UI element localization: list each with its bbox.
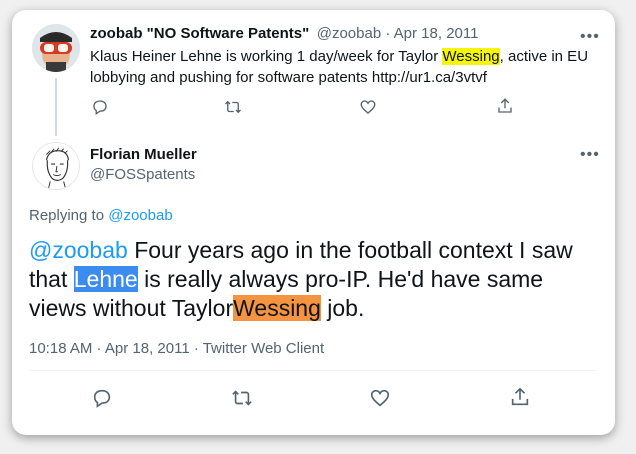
- retweet-icon[interactable]: [230, 387, 254, 409]
- parent-text-1: Klaus Heiner Lehne is working 1 day/week…: [90, 48, 443, 65]
- more-dots-icon[interactable]: •••: [580, 147, 600, 163]
- divider: [29, 370, 597, 371]
- parent-reply-icon[interactable]: [91, 98, 109, 116]
- parent-header: zoobab "NO Software Patents" @zoobab · A…: [90, 25, 478, 43]
- replying-to: Replying to @zoobab: [29, 207, 173, 224]
- main-tweet-text: @zoobab Four years ago in the football c…: [29, 236, 599, 323]
- parent-display-name[interactable]: zoobab "NO Software Patents": [90, 25, 309, 42]
- mention-link[interactable]: @zoobab: [29, 237, 128, 263]
- share-icon[interactable]: [509, 386, 531, 408]
- parent-retweet-icon[interactable]: [223, 98, 243, 116]
- parent-like-icon[interactable]: [359, 98, 377, 116]
- thread-line: [55, 78, 57, 136]
- tweet-card: zoobab "NO Software Patents" @zoobab · A…: [12, 10, 615, 435]
- main-handle[interactable]: @FOSSpatents: [90, 166, 195, 183]
- main-display-name[interactable]: Florian Mueller: [90, 146, 197, 163]
- main-text-highlight-2: Wessing: [233, 295, 321, 321]
- main-text-3: job.: [320, 295, 365, 321]
- avatar-florian[interactable]: [32, 142, 80, 190]
- reply-icon[interactable]: [91, 387, 113, 409]
- tweet-meta[interactable]: 10:18 AM · Apr 18, 2011 · Twitter Web Cl…: [29, 340, 324, 357]
- more-dots-icon[interactable]: •••: [580, 29, 600, 45]
- parent-tweet-text: Klaus Heiner Lehne is working 1 day/week…: [90, 46, 600, 88]
- like-icon[interactable]: [369, 387, 391, 409]
- parent-share-icon[interactable]: [496, 97, 514, 115]
- parent-handle-date[interactable]: @zoobab · Apr 18, 2011: [317, 25, 479, 42]
- replying-label: Replying to: [29, 207, 105, 224]
- main-text-highlight-1: Lehne: [73, 266, 138, 292]
- replying-handle-link[interactable]: @zoobab: [108, 207, 172, 224]
- parent-text-highlight: Wessing: [442, 48, 500, 65]
- avatar-zoobab[interactable]: [32, 24, 80, 72]
